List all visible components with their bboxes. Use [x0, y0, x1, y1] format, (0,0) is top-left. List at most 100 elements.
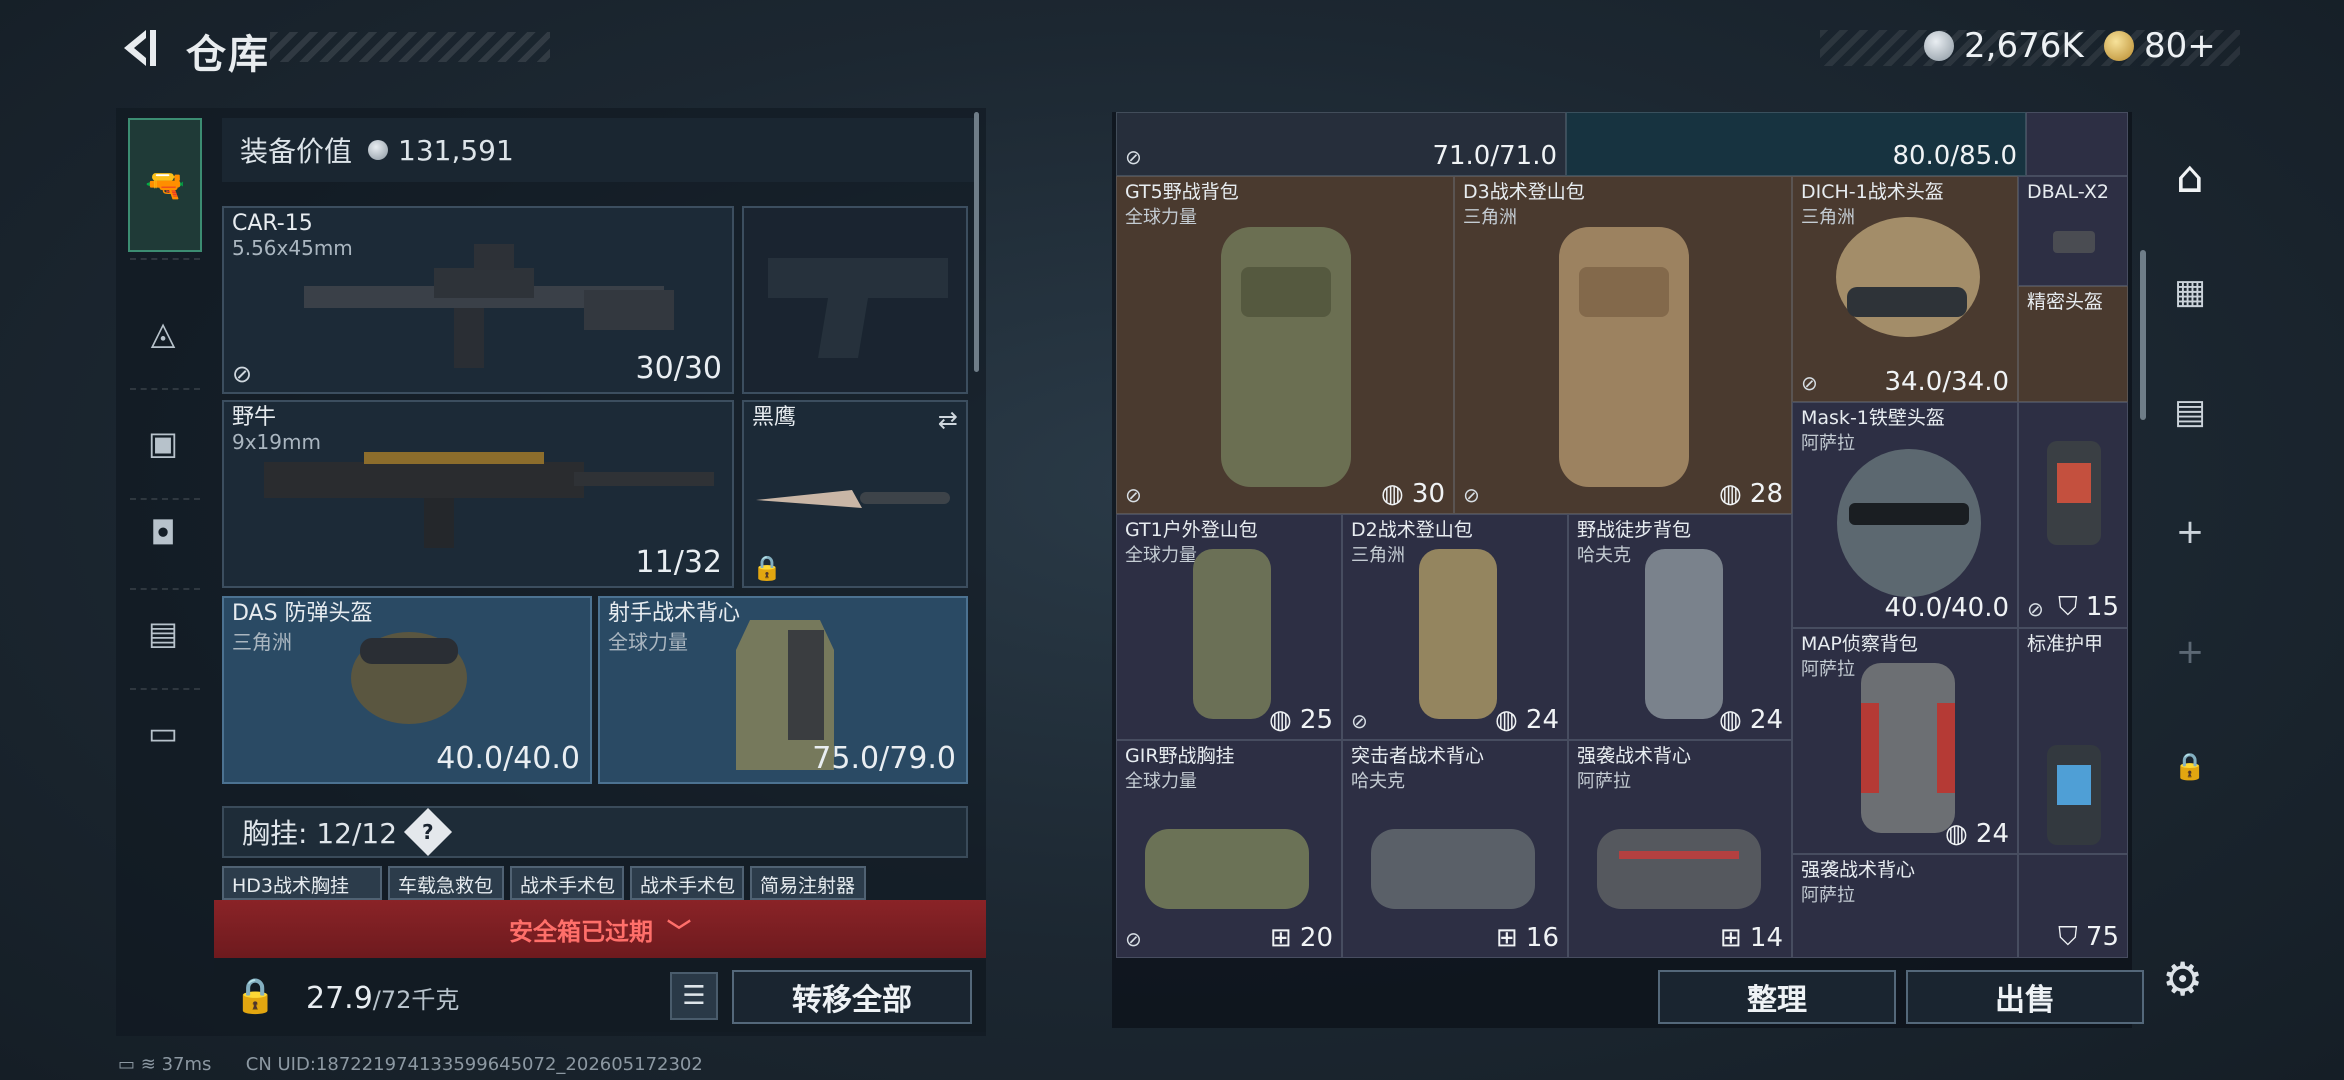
page-title: 仓库 [186, 32, 270, 78]
melee-slot[interactable]: 黑鹰 ⇄ 🔒 [742, 400, 968, 588]
primary-weapon-slot[interactable]: CAR-15 5.56x45mm ⊘ 30/30 [222, 206, 734, 394]
armor-image [2047, 441, 2101, 545]
battery-icon: ▭ [118, 1054, 136, 1075]
tab-clipboard[interactable]: ▤ [128, 598, 198, 668]
left-scrollbar[interactable] [974, 112, 979, 372]
tab-weapons[interactable]: 🔫 [128, 118, 202, 252]
helmet-slot[interactable]: DAS 防弹头盔 三角洲 40.0/40.0 [222, 596, 592, 784]
no-insure-icon: ⊘ [1125, 927, 1142, 951]
no-insure-icon: ⊘ [2027, 597, 2044, 621]
no-insure-icon: ⊘ [1463, 483, 1480, 507]
backpack-image [1419, 549, 1497, 719]
backpack-image [1193, 549, 1271, 719]
grid-item[interactable]: 强袭战术背心 阿萨拉 ⊞ 14 [1568, 740, 1792, 958]
storage-home-icon[interactable]: ⌂ [2152, 152, 2228, 203]
no-insure-icon: ⊘ [1125, 483, 1142, 507]
gold-currency[interactable]: 80+ [2104, 26, 2216, 66]
chest-item[interactable]: 车载急救包 [388, 866, 504, 900]
swap-icon[interactable]: ⇄ [938, 406, 958, 434]
storage-grid: ⊘ 71.0/71.0 80.0/85.0 GT5野战背包 全球力量 ⊘ ◍ 3… [1116, 112, 2128, 958]
grid-item[interactable]: GT5野战背包 全球力量 ⊘ ◍ 30 [1116, 176, 1454, 514]
transfer-all-button[interactable]: 转移全部 [732, 970, 972, 1024]
tab-backpack[interactable]: ▣ [128, 408, 198, 478]
chest-item[interactable]: 战术手术包 [510, 866, 624, 900]
chest-item[interactable]: 简易注射器 [750, 866, 866, 900]
grid-capacity-icon: ⊞ [1719, 923, 1742, 953]
safebox-expired-alert[interactable]: 安全箱已过期 ﹀ [214, 900, 986, 958]
clipboard-icon: ▤ [147, 614, 179, 652]
backpack-image [1559, 227, 1689, 487]
backpack-image [1221, 227, 1351, 487]
title-stripe [270, 32, 550, 62]
sell-button[interactable]: 出售 [1906, 970, 2144, 1024]
helmet-image [1836, 217, 1980, 337]
back-button[interactable] [116, 26, 160, 70]
grid-item[interactable]: 标准护甲 [2018, 628, 2128, 854]
device-image [2053, 231, 2095, 253]
chest-rig-bar[interactable]: 胸挂: 12/12 ? [222, 806, 968, 858]
silver-coin-icon [368, 140, 389, 160]
tab-bag[interactable]: ◘ [128, 498, 198, 568]
tab-case[interactable]: ▭ [128, 698, 198, 768]
add-tab-icon[interactable]: + [2152, 512, 2228, 552]
no-insure-icon: ⊘ [232, 360, 253, 388]
grid-item[interactable]: GIR野战胸挂 全球力量 ⊘ ⊞ 20 [1116, 740, 1342, 958]
briefcase-icon: ▭ [147, 714, 179, 752]
help-icon[interactable]: ? [403, 807, 453, 857]
backpack-image [1645, 549, 1723, 719]
grid-item[interactable]: 野战徒步背包 哈夫克 ◍ 24 [1568, 514, 1792, 740]
storage-scrollbar[interactable] [2140, 250, 2146, 420]
chest-item[interactable]: 战术手术包 [630, 866, 744, 900]
storage-tabs: ⌂ ▦ ▤ + + 🔒 [2152, 112, 2228, 782]
lock-icon: 🔒 [2173, 752, 2207, 782]
armor-slot[interactable]: 射手战术背心 全球力量 75.0/79.0 [598, 596, 968, 784]
sidearm-slot-empty[interactable] [742, 206, 968, 394]
weight-icon: ◍ [1494, 705, 1518, 735]
chevron-down-icon: ﹀ [667, 917, 691, 946]
list-icon: ☰ [682, 981, 706, 1011]
grid-item[interactable]: DBAL-X2 [2018, 176, 2128, 286]
silver-coin-icon [1924, 31, 1954, 61]
no-insure-icon: ⊘ [1125, 145, 1142, 169]
equipment-value: 装备价值 131,591 [222, 118, 974, 182]
settings-gear-icon[interactable]: ⚙ [2162, 952, 2203, 1006]
grid-item[interactable]: Mask-1铁壁头盔 阿萨拉 40.0/40.0 [1792, 402, 2018, 628]
storage-tab-2-icon[interactable]: ▦ [2152, 272, 2228, 312]
grid-item[interactable]: 突击者战术背心 哈夫克 ⊞ 16 [1342, 740, 1568, 958]
armor-image [2047, 745, 2101, 845]
tab-chest-rig[interactable]: ◬ [128, 298, 198, 368]
grid-item[interactable]: D2战术登山包 三角洲 ⊘ ◍ 24 [1342, 514, 1568, 740]
back-arrow-icon [124, 30, 156, 66]
no-insure-icon: ⊘ [1351, 709, 1368, 733]
mask-helmet-image [1837, 449, 1981, 597]
weight-icon: ◍ [1380, 479, 1404, 509]
bag-icon: ◘ [150, 514, 176, 552]
grid-capacity-icon: ⊞ [1495, 923, 1518, 953]
grid-item-partial[interactable]: ⊘ 71.0/71.0 [1116, 112, 1566, 176]
list-view-button[interactable]: ☰ [670, 972, 718, 1020]
backpack-icon: ▣ [147, 424, 179, 462]
chest-item[interactable]: HD3战术胸挂 [222, 866, 382, 900]
grid-item[interactable]: 强袭战术背心 阿萨拉 [1792, 854, 2018, 958]
add-tab-disabled-icon: + [2175, 632, 2205, 672]
chest-rig-image [1371, 829, 1535, 909]
grid-capacity-icon: ⊞ [1269, 923, 1292, 953]
grid-item[interactable]: ⛉ 75 [2018, 854, 2128, 958]
storage-tab-3-icon[interactable]: ▤ [2152, 392, 2228, 432]
grid-item[interactable]: 精密头盔 [2018, 286, 2128, 402]
grid-item[interactable]: D3战术登山包 三角洲 ⊘ ◍ 28 [1454, 176, 1792, 514]
chest-rig-image [1145, 829, 1309, 909]
grid-item[interactable]: GT1户外登山包 全球力量 ◍ 25 [1116, 514, 1342, 740]
loadout-sidenav: 🔫 ◬ ▣ ◘ ▤ ▭ [120, 108, 210, 1008]
grid-item[interactable]: MAP侦察背包 阿萨拉 ◍ 24 [1792, 628, 2018, 854]
grid-item-partial[interactable] [2026, 112, 2128, 176]
shield-icon: ⛉ [2058, 922, 2078, 952]
sort-button[interactable]: 整理 [1658, 970, 1896, 1024]
secondary-weapon-slot[interactable]: 野牛 9x19mm 11/32 [222, 400, 734, 588]
shield-icon: ⛉ [2058, 592, 2078, 622]
grid-item[interactable]: ⊘ ⛉ 15 [2018, 402, 2128, 628]
grid-item-partial[interactable]: 80.0/85.0 [1566, 112, 2026, 176]
grid-item[interactable]: DICH-1战术头盔 三角洲 ⊘ 34.0/34.0 [1792, 176, 2018, 402]
weight-readout: 27.9/72千克 [306, 981, 460, 1016]
wifi-icon: ≋ [140, 1054, 156, 1075]
